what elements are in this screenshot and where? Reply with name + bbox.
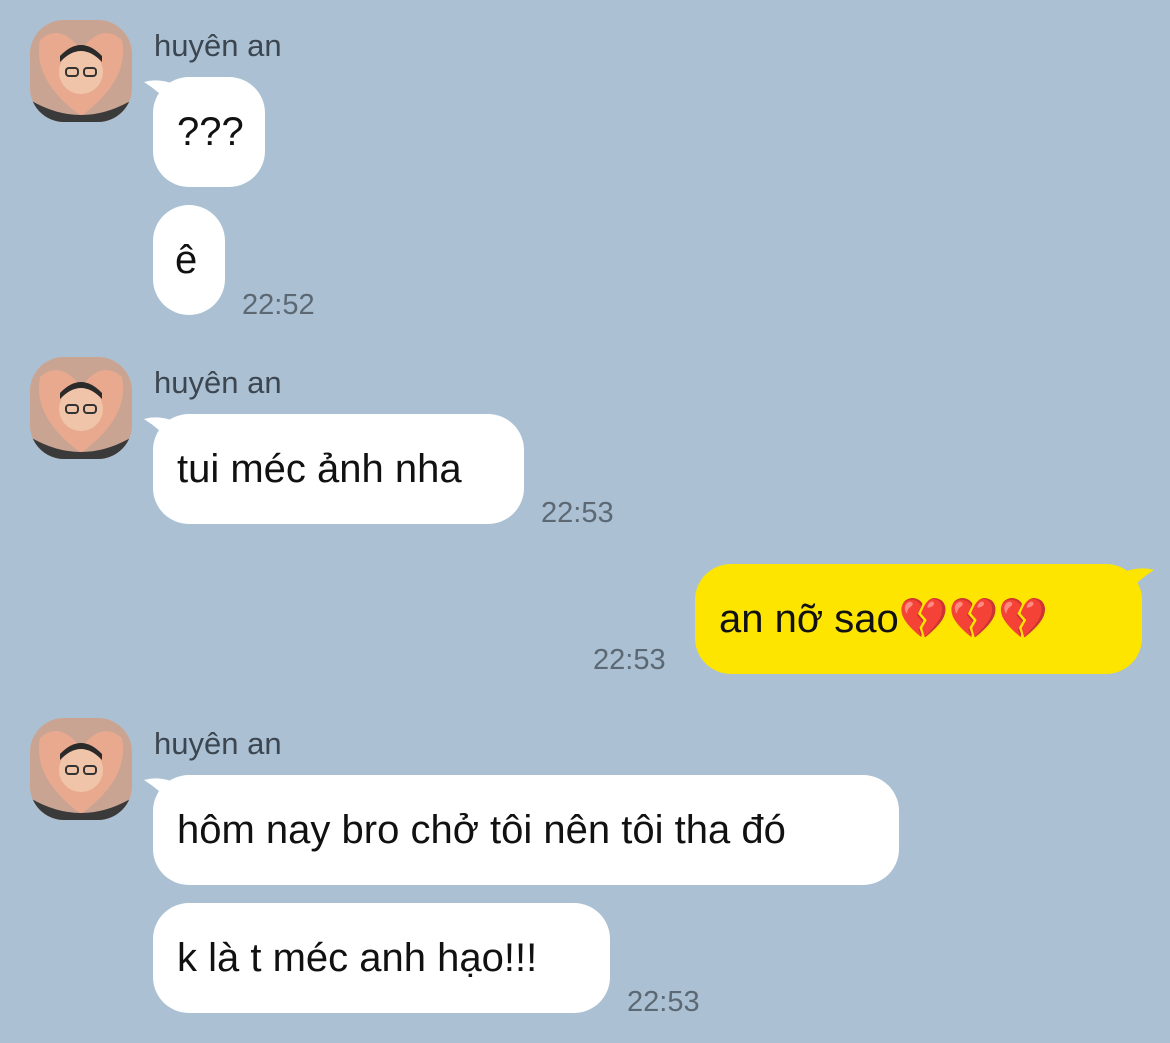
outgoing-message-bubble[interactable]: an nỡ sao💔💔💔 xyxy=(695,564,1142,674)
message-text: ê xyxy=(175,238,198,282)
message-text: ??? xyxy=(177,110,244,154)
incoming-message-bubble[interactable]: ??? xyxy=(153,77,265,187)
sender-avatar[interactable] xyxy=(30,718,132,820)
sender-avatar[interactable] xyxy=(30,20,132,122)
incoming-message-bubble[interactable]: tui méc ảnh nha xyxy=(153,414,524,524)
message-text: hôm nay bro chở tôi nên tôi tha đó xyxy=(177,808,786,852)
message-text: k là t méc anh hạo!!! xyxy=(177,936,538,980)
avatar-photo-icon xyxy=(30,357,132,459)
incoming-message-bubble[interactable]: hôm nay bro chở tôi nên tôi tha đó xyxy=(153,775,899,885)
incoming-message-bubble[interactable]: k là t méc anh hạo!!! xyxy=(153,903,610,1013)
message-time: 22:53 xyxy=(627,986,700,1018)
message-time: 22:53 xyxy=(541,497,614,529)
bubble-tail xyxy=(1124,568,1154,596)
message-text: tui méc ảnh nha xyxy=(177,447,462,491)
sender-name: huyên an xyxy=(154,28,282,63)
sender-name: huyên an xyxy=(154,726,282,761)
message-text: an nỡ sao💔💔💔 xyxy=(719,597,1049,641)
message-time: 22:52 xyxy=(242,289,315,321)
incoming-message-bubble[interactable]: ê xyxy=(153,205,225,315)
message-time: 22:53 xyxy=(593,644,666,676)
avatar-photo-icon xyxy=(30,20,132,122)
sender-avatar[interactable] xyxy=(30,357,132,459)
avatar-photo-icon xyxy=(30,718,132,820)
sender-name: huyên an xyxy=(154,365,282,400)
